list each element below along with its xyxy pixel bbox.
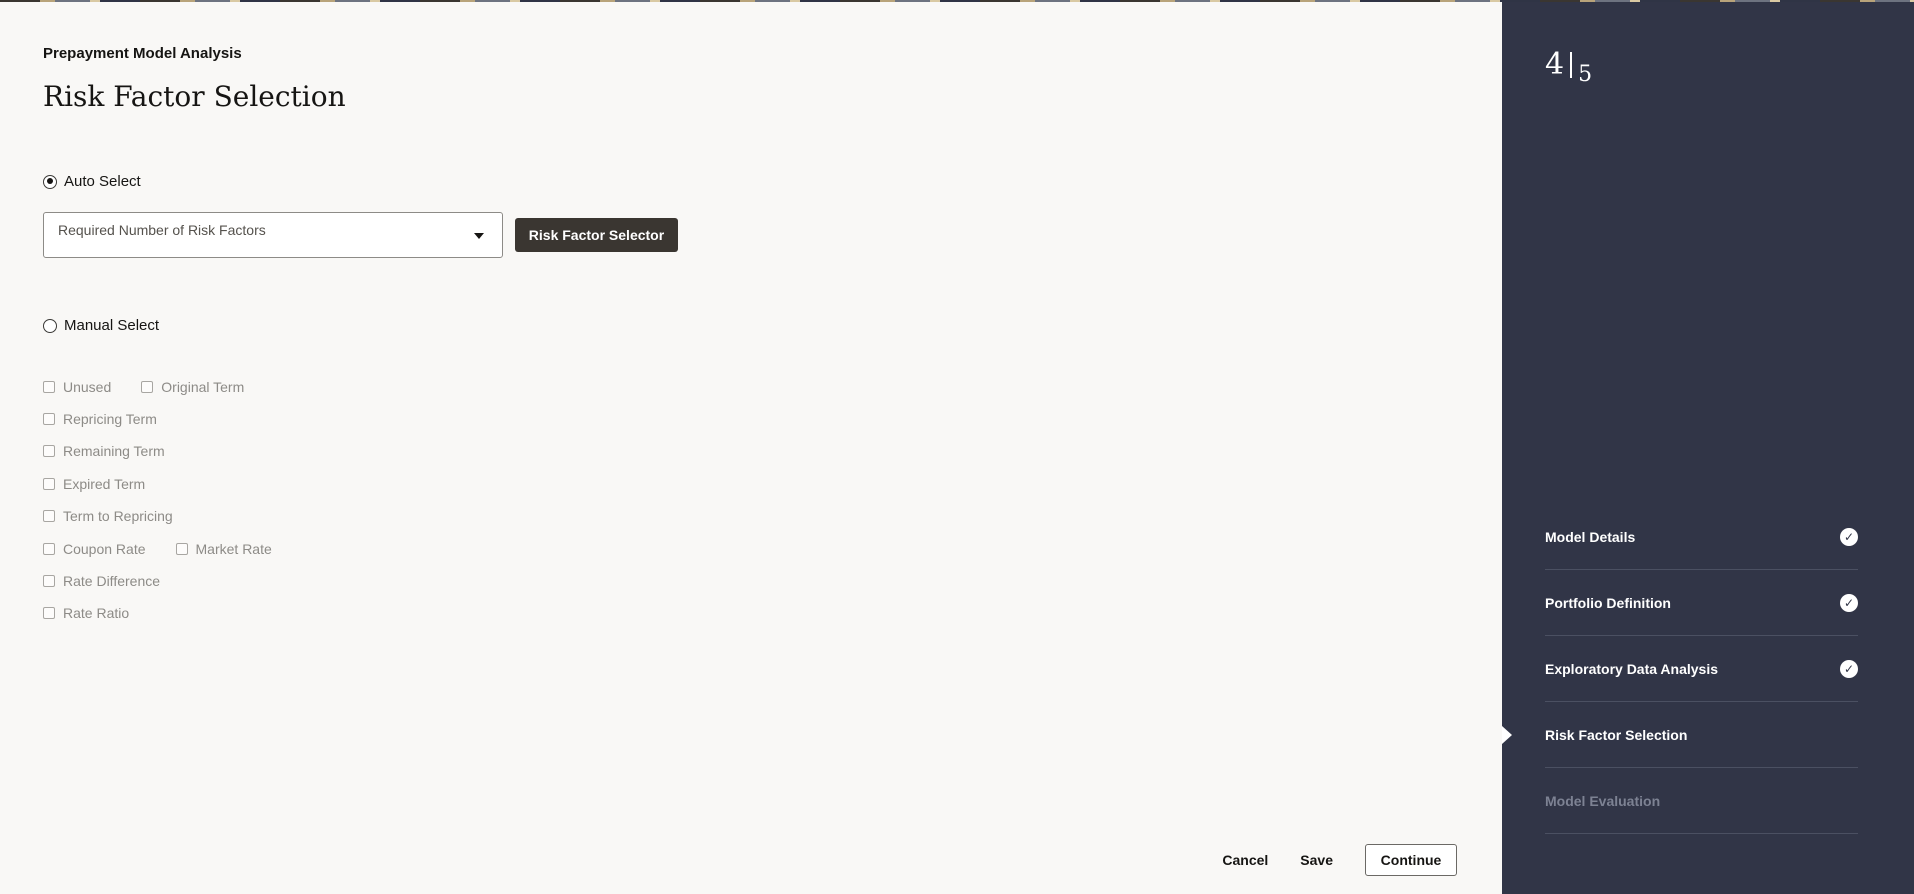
footer-actions: Cancel Save Continue [1222, 844, 1457, 876]
checkbox-label: Coupon Rate [63, 541, 146, 557]
checkbox-label: Market Rate [195, 541, 272, 557]
total-steps-number: 5 [1578, 62, 1593, 87]
checkbox-label: Remaining Term [63, 443, 165, 459]
checkbox-item-rate-ratio[interactable]: Rate Ratio [43, 605, 129, 621]
checkbox-label: Term to Repricing [63, 508, 173, 524]
step-label: Risk Factor Selection [1545, 726, 1688, 743]
checkbox[interactable] [141, 381, 154, 393]
risk-factor-row: Term to Repricing [43, 508, 203, 524]
checkbox-item-unused[interactable]: Unused [43, 379, 111, 395]
risk-factor-count-label: Required Number of Risk Factors [58, 222, 266, 238]
checkbox[interactable] [175, 543, 188, 555]
risk-factor-row: Repricing Term [43, 411, 187, 427]
main-content: Prepayment Model Analysis Risk Factor Se… [0, 0, 1502, 894]
step-model-details[interactable]: Model Details ✓ [1545, 504, 1858, 570]
checkbox-item-remaining-term[interactable]: Remaining Term [43, 443, 165, 459]
progress-sidebar: 4 5 Model Details ✓ Portfolio Definition… [1502, 0, 1914, 894]
manual-select-radio[interactable] [43, 318, 57, 333]
current-step-marker-icon [1502, 726, 1512, 744]
checkbox[interactable] [43, 510, 55, 522]
checkbox[interactable] [43, 381, 55, 393]
checkbox-item-term-to-repricing[interactable]: Term to Repricing [43, 508, 173, 524]
manual-select-option[interactable]: Manual Select [43, 317, 159, 334]
step-label: Portfolio Definition [1545, 594, 1671, 611]
step-divider [1570, 52, 1573, 78]
step-label: Model Evaluation [1545, 792, 1661, 809]
checkbox[interactable] [43, 607, 55, 619]
step-exploratory-data-analysis[interactable]: Exploratory Data Analysis ✓ [1545, 636, 1858, 702]
auto-select-label: Auto Select [64, 173, 141, 190]
checkbox-label: Original Term [161, 379, 245, 395]
risk-factor-selector-button[interactable]: Risk Factor Selector [515, 218, 678, 252]
checkbox-item-market-rate[interactable]: Market Rate [175, 541, 272, 557]
checkbox-label: Expired Term [63, 476, 146, 492]
risk-factor-row: Unused Original Term [43, 379, 274, 395]
top-decorative-strip [0, 0, 1914, 2]
risk-factor-count-select[interactable]: Required Number of Risk Factors [43, 212, 503, 258]
save-button[interactable]: Save [1300, 846, 1333, 874]
checkbox-item-coupon-rate[interactable]: Coupon Rate [43, 541, 146, 557]
risk-factor-row: Rate Difference [43, 573, 190, 589]
checkbox-item-repricing-term[interactable]: Repricing Term [43, 411, 157, 427]
risk-factor-row: Coupon Rate Market Rate [43, 541, 302, 557]
checkbox-label: Unused [63, 379, 112, 395]
auto-select-radio[interactable] [43, 174, 57, 189]
current-step-number: 4 [1545, 47, 1565, 82]
step-label: Exploratory Data Analysis [1545, 660, 1718, 677]
checkmark-icon: ✓ [1840, 527, 1858, 546]
checkbox[interactable] [43, 413, 55, 425]
breadcrumb: Prepayment Model Analysis [43, 45, 242, 62]
step-risk-factor-selection[interactable]: Risk Factor Selection [1502, 702, 1858, 768]
checkbox-item-original-term[interactable]: Original Term [141, 379, 244, 395]
checkbox[interactable] [43, 575, 55, 587]
manual-select-label: Manual Select [64, 317, 160, 334]
step-counter: 4 5 [1545, 48, 1592, 86]
checkbox-item-rate-difference[interactable]: Rate Difference [43, 573, 160, 589]
step-label: Model Details [1545, 528, 1636, 545]
checkbox-label: Rate Difference [63, 573, 161, 589]
page-title: Risk Factor Selection [43, 80, 346, 113]
checkmark-icon: ✓ [1840, 593, 1858, 612]
checkbox[interactable] [43, 445, 55, 457]
step-portfolio-definition[interactable]: Portfolio Definition ✓ [1545, 570, 1858, 636]
step-list: Model Details ✓ Portfolio Definition ✓ E… [1502, 504, 1858, 834]
risk-factor-row: Expired Term [43, 476, 175, 492]
risk-factor-row: Remaining Term [43, 443, 195, 459]
checkbox-label: Rate Ratio [63, 605, 130, 621]
checkbox-label: Repricing Term [63, 411, 157, 427]
risk-factor-row: Rate Ratio [43, 605, 159, 621]
step-model-evaluation: Model Evaluation [1545, 768, 1858, 834]
caret-down-icon[interactable] [474, 233, 484, 239]
checkbox-item-expired-term[interactable]: Expired Term [43, 476, 145, 492]
checkbox[interactable] [43, 478, 55, 490]
cancel-button[interactable]: Cancel [1222, 846, 1268, 874]
checkmark-icon: ✓ [1840, 659, 1858, 678]
checkbox[interactable] [43, 543, 55, 555]
continue-button[interactable]: Continue [1365, 844, 1457, 876]
auto-select-option[interactable]: Auto Select [43, 173, 141, 190]
